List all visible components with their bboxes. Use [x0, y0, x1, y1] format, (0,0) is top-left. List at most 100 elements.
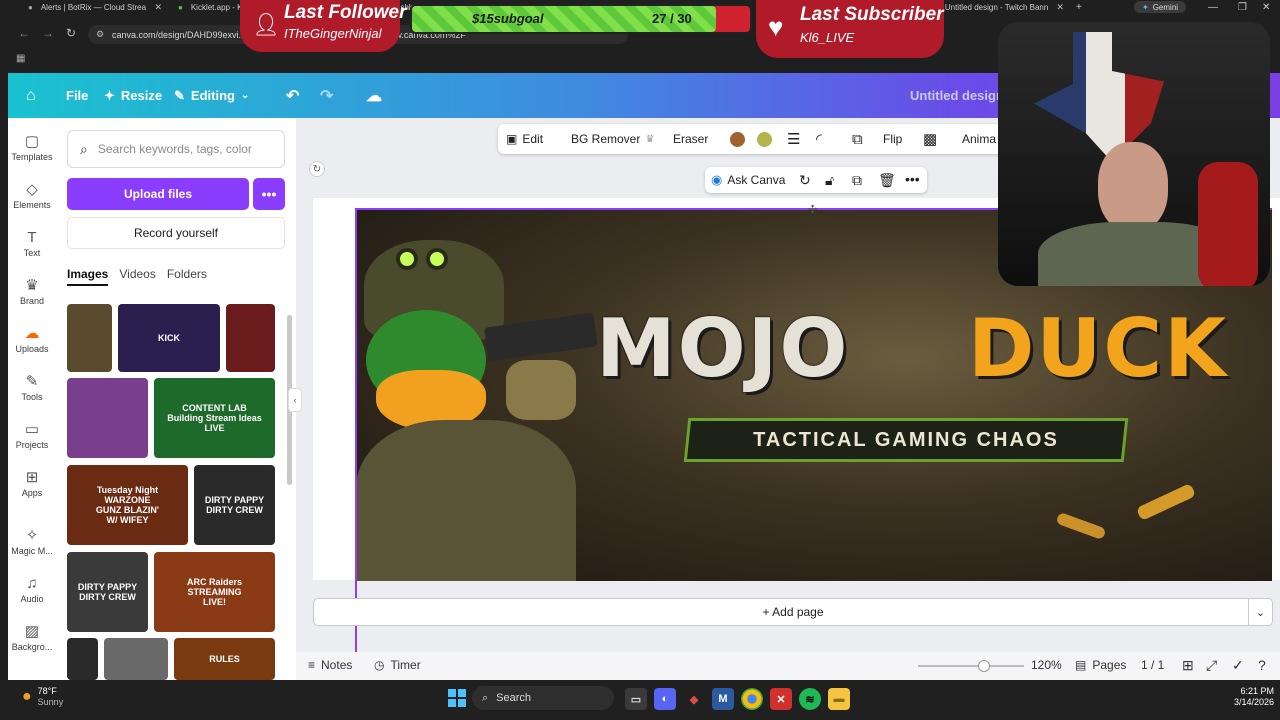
rail-magic-media[interactable]: ✧ Magic M...: [8, 526, 56, 556]
rail-projects[interactable]: ▭ Projects: [8, 420, 56, 450]
cloud-check-icon: ☁: [366, 87, 382, 105]
file-menu-button[interactable]: File: [66, 73, 88, 118]
upload-thumbnail[interactable]: RULES: [174, 638, 275, 680]
collapse-panel-button[interactable]: ‹: [288, 388, 302, 412]
upload-thumbnail[interactable]: DIRTY PAPPY DIRTY CREW: [194, 465, 275, 545]
crop-icon: ⧉: [852, 130, 863, 148]
templates-icon: ▢: [24, 133, 40, 150]
chevron-down-icon[interactable]: ⌄: [1248, 599, 1272, 625]
forward-icon[interactable]: →: [42, 26, 54, 40]
start-icon[interactable]: [448, 689, 466, 707]
upload-thumbnail[interactable]: [104, 638, 168, 680]
zoom-slider[interactable]: [918, 660, 1024, 672]
redo-button[interactable]: ↷: [320, 73, 333, 118]
color-swatch-1[interactable]: [730, 124, 745, 154]
rail-audio[interactable]: ♫ Audio: [8, 574, 56, 604]
bg-remover-button[interactable]: BG Remover ♛: [571, 124, 654, 154]
weather-widget[interactable]: ● 78°F Sunny: [22, 686, 63, 708]
tab-images[interactable]: Images: [67, 267, 109, 286]
design-title[interactable]: Untitled design: [910, 73, 1004, 118]
duplicate-icon[interactable]: ⧉: [852, 172, 862, 189]
flip-button[interactable]: Flip: [883, 124, 902, 154]
upload-thumbnail[interactable]: [67, 638, 98, 680]
grid-view-icon[interactable]: ⊞: [1182, 657, 1194, 674]
upload-thumbnail[interactable]: CONTENT LAB Building Stream Ideas LIVE: [154, 378, 275, 458]
tab-close-icon[interactable]: ✕: [1056, 2, 1064, 13]
rail-elements[interactable]: ◇ Elements: [8, 180, 56, 210]
app-icon[interactable]: M: [712, 688, 734, 710]
undo-button[interactable]: ↶: [286, 73, 299, 118]
rail-label: Brand: [19, 296, 45, 306]
refresh-icon[interactable]: ↻: [309, 161, 325, 177]
add-page-button[interactable]: + Add page: [313, 598, 1273, 626]
rail-uploads[interactable]: ☁ Uploads: [8, 324, 56, 354]
transparency-button[interactable]: ▩: [923, 124, 937, 154]
maps-icon[interactable]: ◆: [683, 688, 705, 710]
corner-rounding-button[interactable]: ◜: [816, 124, 822, 154]
spotify-icon[interactable]: ≋: [799, 688, 821, 710]
lock-icon[interactable]: 🔓︎: [825, 172, 834, 189]
search-input[interactable]: ⌕ Search keywords, tags, color: [67, 130, 285, 168]
tab-videos[interactable]: Videos: [119, 267, 155, 286]
maximize-icon[interactable]: ❐: [1238, 0, 1247, 14]
cloud-save-button[interactable]: ☁: [366, 73, 382, 118]
chrome-icon[interactable]: [741, 688, 763, 710]
rotate-handle-icon[interactable]: ✣: [808, 203, 817, 216]
rail-apps[interactable]: ⊞ Apps: [8, 468, 56, 498]
timer-button[interactable]: ◷ Timer: [374, 658, 421, 672]
upload-thumbnail[interactable]: [67, 304, 112, 372]
animate-button[interactable]: Anima: [962, 124, 996, 154]
browser-tab[interactable]: ● Alerts | BotRix — Cloud Strea ✕: [20, 0, 170, 14]
upload-files-button[interactable]: Upload files: [67, 178, 249, 210]
record-yourself-button[interactable]: Record yourself: [67, 217, 285, 249]
browser-tab-gemini[interactable]: ✦ Gemini: [1134, 1, 1187, 13]
tab-folders[interactable]: Folders: [167, 267, 207, 286]
eraser-button[interactable]: Eraser: [673, 124, 708, 154]
file-explorer-icon[interactable]: ▬: [828, 688, 850, 710]
zoom-level[interactable]: 120%: [1031, 658, 1062, 672]
rail-background[interactable]: ▨ Backgro...: [8, 622, 56, 652]
discord-icon[interactable]: ◐: [654, 688, 676, 710]
border-style-button[interactable]: ☰: [787, 124, 800, 154]
rail-templates[interactable]: ▢ Templates: [8, 132, 56, 162]
tab-close-icon[interactable]: ✕: [154, 2, 162, 13]
upload-thumbnail[interactable]: Tuesday Night WARZONE GUNZ BLAZIN' W/ WI…: [67, 465, 188, 545]
site-info-icon[interactable]: ⚙: [96, 29, 104, 40]
upload-thumbnail[interactable]: KICK: [118, 304, 220, 372]
taskbar-search[interactable]: ⌕ Search: [472, 686, 614, 710]
resize-button[interactable]: ✦ Resize: [104, 73, 162, 118]
check-icon[interactable]: ✓: [1232, 657, 1244, 674]
clock[interactable]: 6:21 PM 3/14/2026: [1232, 686, 1274, 708]
home-button[interactable]: ⌂: [26, 73, 36, 118]
more-icon[interactable]: •••: [905, 171, 920, 187]
fullscreen-icon[interactable]: ⤢: [1206, 657, 1217, 674]
minimize-icon[interactable]: —: [1208, 0, 1218, 14]
edit-image-button[interactable]: ▣ Edit: [506, 124, 543, 154]
back-icon[interactable]: ←: [18, 26, 30, 40]
comment-icon[interactable]: ↻: [799, 172, 811, 189]
more-options-button[interactable]: •••: [253, 178, 285, 210]
upload-thumbnail[interactable]: [67, 378, 148, 458]
crop-button[interactable]: ⧉: [852, 124, 863, 154]
rail-tools[interactable]: ✎ Tools: [8, 372, 56, 402]
upload-thumbnail[interactable]: [226, 304, 275, 372]
help-icon[interactable]: ?: [1258, 657, 1266, 673]
apps-grid-icon[interactable]: ▦: [16, 53, 25, 64]
close-window-icon[interactable]: ✕: [1262, 0, 1270, 14]
new-tab-icon[interactable]: +: [1076, 0, 1082, 14]
zoom-slider-thumb[interactable]: [978, 660, 990, 672]
rail-text[interactable]: T Text: [8, 228, 56, 258]
ask-canva-button[interactable]: ◉ Ask Canva: [711, 167, 785, 193]
color-swatch-2[interactable]: [757, 124, 772, 154]
browser-tab[interactable]: ●Untitled design - Twitch Bann✕: [924, 0, 1072, 14]
rail-brand[interactable]: ♛ Brand: [8, 276, 56, 306]
reload-icon[interactable]: ↻: [66, 26, 76, 40]
notes-button[interactable]: ≡ Notes: [308, 658, 352, 672]
close-app-icon[interactable]: ✕: [770, 688, 792, 710]
pages-button[interactable]: ▤ Pages: [1075, 658, 1126, 672]
trash-icon[interactable]: 🗑︎: [878, 172, 896, 189]
editing-mode-button[interactable]: ✎ Editing ⌄: [174, 73, 249, 118]
upload-thumbnail[interactable]: DIRTY PAPPY DIRTY CREW: [67, 552, 148, 632]
task-view-icon[interactable]: ▭: [625, 688, 647, 710]
upload-thumbnail[interactable]: ARC Raiders STREAMING LIVE!: [154, 552, 275, 632]
